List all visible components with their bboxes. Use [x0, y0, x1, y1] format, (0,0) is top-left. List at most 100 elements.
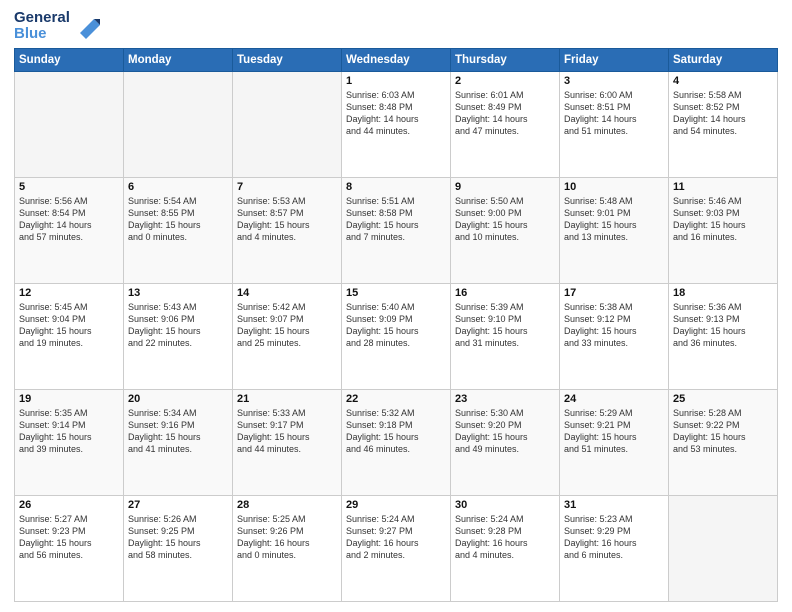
calendar-cell [124, 71, 233, 177]
day-number: 10 [564, 181, 664, 193]
calendar-cell: 9Sunrise: 5:50 AMSunset: 9:00 PMDaylight… [451, 177, 560, 283]
calendar-day-header: Tuesday [233, 48, 342, 71]
calendar-cell: 7Sunrise: 5:53 AMSunset: 8:57 PMDaylight… [233, 177, 342, 283]
day-number: 3 [564, 75, 664, 87]
day-number: 24 [564, 393, 664, 405]
calendar-cell: 3 Sunrise: 6:00 AMSunset: 8:51 PMDaylight… [560, 71, 669, 177]
day-number: 29 [346, 499, 446, 511]
day-number: 26 [19, 499, 119, 511]
calendar-cell: 13 Sunrise: 5:43 AMSunset: 9:06 PMDayligh… [124, 283, 233, 389]
day-number: 7 [237, 181, 337, 193]
cell-content: Sunrise: 5:51 AMSunset: 8:58 PMDaylight:… [346, 195, 446, 244]
day-number: 28 [237, 499, 337, 511]
logo-icon [72, 11, 102, 41]
calendar-cell: 26Sunrise: 5:27 AMSunset: 9:23 PMDayligh… [15, 495, 124, 601]
day-number: 18 [673, 287, 773, 299]
day-number: 21 [237, 393, 337, 405]
day-number: 31 [564, 499, 664, 511]
calendar-cell: 15Sunrise: 5:40 AMSunset: 9:09 PMDayligh… [342, 283, 451, 389]
calendar-cell: 2 Sunrise: 6:01 AMSunset: 8:49 PMDaylight… [451, 71, 560, 177]
day-number: 22 [346, 393, 446, 405]
calendar-cell: 21 Sunrise: 5:33 AMSunset: 9:17 PMDayligh… [233, 389, 342, 495]
header: General Blue [14, 10, 778, 42]
calendar-cell: 19 Sunrise: 5:35 AMSunset: 9:14 PMDayligh… [15, 389, 124, 495]
calendar-day-header: Thursday [451, 48, 560, 71]
calendar-cell: 17Sunrise: 5:38 AMSunset: 9:12 PMDayligh… [560, 283, 669, 389]
calendar-day-header: Sunday [15, 48, 124, 71]
calendar-week-row: 26Sunrise: 5:27 AMSunset: 9:23 PMDayligh… [15, 495, 778, 601]
calendar-day-header: Monday [124, 48, 233, 71]
logo-general: General [14, 10, 70, 26]
calendar-cell: 28 Sunrise: 5:25 AMSunset: 9:26 PMDayligh… [233, 495, 342, 601]
day-number: 23 [455, 393, 555, 405]
calendar-cell: 18 Sunrise: 5:36 AMSunset: 9:13 PMDayligh… [669, 283, 778, 389]
calendar-cell: 10 Sunrise: 5:48 AMSunset: 9:01 PMDayligh… [560, 177, 669, 283]
day-number: 30 [455, 499, 555, 511]
calendar-cell [233, 71, 342, 177]
day-number: 12 [19, 287, 119, 299]
cell-content: Sunrise: 5:33 AMSunset: 9:17 PMDaylight:… [237, 407, 337, 456]
calendar-day-header: Wednesday [342, 48, 451, 71]
cell-content: Sunrise: 5:29 AMSunset: 9:21 PMDaylight:… [564, 407, 664, 456]
day-number: 1 [346, 75, 446, 87]
cell-content: Sunrise: 5:48 AMSunset: 9:01 PMDaylight:… [564, 195, 664, 244]
cell-content: Sunrise: 5:54 AMSunset: 8:55 PMDaylight:… [128, 195, 228, 244]
calendar-cell [669, 495, 778, 601]
cell-content: Sunrise: 6:03 AMSunset: 8:48 PMDaylight:… [346, 89, 446, 138]
calendar-table: SundayMondayTuesdayWednesdayThursdayFrid… [14, 48, 778, 603]
logo: General Blue [14, 10, 102, 42]
cell-content: Sunrise: 5:58 AMSunset: 8:52 PMDaylight:… [673, 89, 773, 138]
cell-content: Sunrise: 5:32 AMSunset: 9:18 PMDaylight:… [346, 407, 446, 456]
calendar-cell: 25 Sunrise: 5:28 AMSunset: 9:22 PMDayligh… [669, 389, 778, 495]
day-number: 11 [673, 181, 773, 193]
calendar-cell: 31Sunrise: 5:23 AMSunset: 9:29 PMDayligh… [560, 495, 669, 601]
cell-content: Sunrise: 5:28 AMSunset: 9:22 PMDaylight:… [673, 407, 773, 456]
day-number: 6 [128, 181, 228, 193]
calendar-cell: 16Sunrise: 5:39 AMSunset: 9:10 PMDayligh… [451, 283, 560, 389]
cell-content: Sunrise: 5:35 AMSunset: 9:14 PMDaylight:… [19, 407, 119, 456]
cell-content: Sunrise: 5:42 AMSunset: 9:07 PMDaylight:… [237, 301, 337, 350]
calendar-cell: 24 Sunrise: 5:29 AMSunset: 9:21 PMDayligh… [560, 389, 669, 495]
cell-content: Sunrise: 5:25 AMSunset: 9:26 PMDaylight:… [237, 513, 337, 562]
calendar-cell: 8 Sunrise: 5:51 AMSunset: 8:58 PMDaylight… [342, 177, 451, 283]
day-number: 20 [128, 393, 228, 405]
logo-blue: Blue [14, 26, 70, 42]
calendar-cell: 14 Sunrise: 5:42 AMSunset: 9:07 PMDayligh… [233, 283, 342, 389]
day-number: 8 [346, 181, 446, 193]
calendar-week-row: 5 Sunrise: 5:56 AMSunset: 8:54 PMDaylight… [15, 177, 778, 283]
cell-content: Sunrise: 5:56 AMSunset: 8:54 PMDaylight:… [19, 195, 119, 244]
cell-content: Sunrise: 6:01 AMSunset: 8:49 PMDaylight:… [455, 89, 555, 138]
cell-content: Sunrise: 5:43 AMSunset: 9:06 PMDaylight:… [128, 301, 228, 350]
day-number: 13 [128, 287, 228, 299]
calendar-cell: 4 Sunrise: 5:58 AMSunset: 8:52 PMDaylight… [669, 71, 778, 177]
calendar-header-row: SundayMondayTuesdayWednesdayThursdayFrid… [15, 48, 778, 71]
calendar-cell: 30 Sunrise: 5:24 AMSunset: 9:28 PMDayligh… [451, 495, 560, 601]
cell-content: Sunrise: 5:24 AMSunset: 9:27 PMDaylight:… [346, 513, 446, 562]
day-number: 5 [19, 181, 119, 193]
calendar-cell [15, 71, 124, 177]
cell-content: Sunrise: 5:40 AMSunset: 9:09 PMDaylight:… [346, 301, 446, 350]
calendar-day-header: Saturday [669, 48, 778, 71]
cell-content: Sunrise: 5:36 AMSunset: 9:13 PMDaylight:… [673, 301, 773, 350]
calendar-cell: 1 Sunrise: 6:03 AMSunset: 8:48 PMDaylight… [342, 71, 451, 177]
calendar-day-header: Friday [560, 48, 669, 71]
day-number: 14 [237, 287, 337, 299]
calendar-cell: 22 Sunrise: 5:32 AMSunset: 9:18 PMDayligh… [342, 389, 451, 495]
calendar-cell: 29 Sunrise: 5:24 AMSunset: 9:27 PMDayligh… [342, 495, 451, 601]
cell-content: Sunrise: 5:26 AMSunset: 9:25 PMDaylight:… [128, 513, 228, 562]
calendar-cell: 12Sunrise: 5:45 AMSunset: 9:04 PMDayligh… [15, 283, 124, 389]
cell-content: Sunrise: 5:30 AMSunset: 9:20 PMDaylight:… [455, 407, 555, 456]
cell-content: Sunrise: 6:00 AMSunset: 8:51 PMDaylight:… [564, 89, 664, 138]
cell-content: Sunrise: 5:46 AMSunset: 9:03 PMDaylight:… [673, 195, 773, 244]
calendar-week-row: 1 Sunrise: 6:03 AMSunset: 8:48 PMDaylight… [15, 71, 778, 177]
calendar-cell: 20Sunrise: 5:34 AMSunset: 9:16 PMDayligh… [124, 389, 233, 495]
calendar-cell: 5 Sunrise: 5:56 AMSunset: 8:54 PMDaylight… [15, 177, 124, 283]
day-number: 19 [19, 393, 119, 405]
day-number: 25 [673, 393, 773, 405]
calendar-week-row: 19 Sunrise: 5:35 AMSunset: 9:14 PMDayligh… [15, 389, 778, 495]
cell-content: Sunrise: 5:24 AMSunset: 9:28 PMDaylight:… [455, 513, 555, 562]
day-number: 2 [455, 75, 555, 87]
day-number: 4 [673, 75, 773, 87]
calendar-cell: 27Sunrise: 5:26 AMSunset: 9:25 PMDayligh… [124, 495, 233, 601]
day-number: 9 [455, 181, 555, 193]
